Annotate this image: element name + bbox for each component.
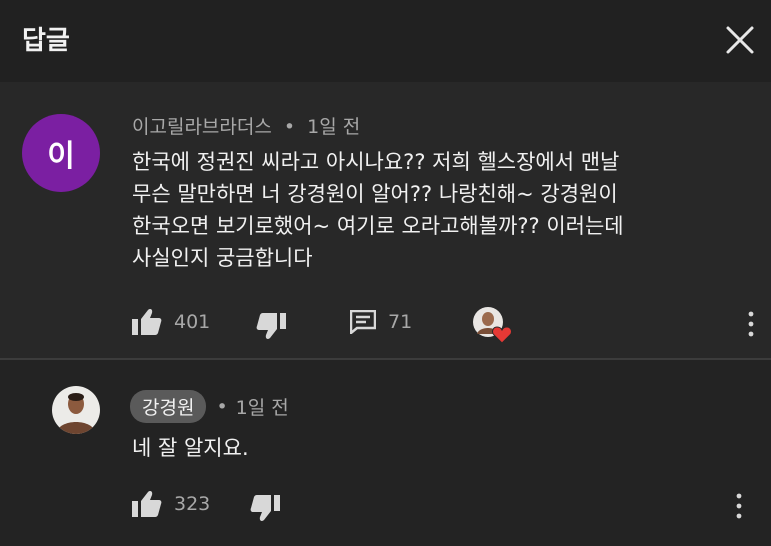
parent-comment: 이 이고릴라브라더스 • 1일 전 한국에 정권진 씨라고 아시나요?? 저희 … [0,82,771,358]
more-vertical-icon [736,493,742,519]
reply-count-button[interactable]: 71 [350,310,412,334]
like-button[interactable]: 323 [132,490,210,518]
reply-count: 71 [388,311,413,333]
comment-text-line: 사실인지 궁금합니다 [132,246,313,270]
dislike-button[interactable] [256,312,286,340]
reply-comment: 강경원 • 1일 전 네 잘 알지요. 323 [0,360,771,546]
reply-meta: 강경원 • 1일 전 [130,390,289,423]
avatar[interactable]: 이 [22,114,100,192]
meta-separator: • [283,116,296,138]
avatar-letter: 이 [47,139,75,174]
more-vertical-icon [748,311,754,337]
comment-text-line: 한국오면 보기로했어~ 여기로 오라고해볼까?? 이러는데 [132,214,624,238]
reply-text: 네 잘 알지요. [132,436,249,460]
comment-text-line: 무슨 말만하면 너 강경원이 알어?? 나랑친해~ 강경원이 [132,182,618,206]
creator-heart[interactable] [472,306,512,346]
thumbs-up-icon [132,309,162,335]
thumbs-up-icon [132,491,162,517]
comment-author[interactable]: 이고릴라브라더스 [132,116,272,138]
like-count: 401 [174,311,211,333]
avatar[interactable] [52,386,100,434]
comment-meta: 이고릴라브라더스 • 1일 전 [132,112,360,139]
header-bar: 답글 [0,0,771,82]
dislike-button[interactable] [250,494,280,522]
thumbs-down-icon [256,313,286,339]
thumbs-down-icon [250,495,280,521]
heart-icon [492,326,512,344]
reply-time: 1일 전 [235,397,289,419]
close-icon [726,26,754,54]
more-options-button[interactable] [734,492,744,520]
comment-icon [350,310,376,334]
more-options-button[interactable] [746,310,756,338]
meta-separator: • [216,395,228,418]
reply-actions: 323 [0,486,771,526]
page-title: 답글 [22,26,70,56]
comment-actions: 401 71 [0,304,771,344]
like-count: 323 [174,493,211,515]
comment-text: 한국에 정권진 씨라고 아시나요?? 저희 헬스장에서 맨날 무슨 말만하면 너… [132,146,752,274]
like-button[interactable]: 401 [132,308,210,336]
reply-author[interactable]: 강경원 [130,390,207,423]
reply-avatar-image [52,386,100,434]
close-button[interactable] [722,22,758,58]
comment-time: 1일 전 [307,116,361,138]
comment-text-line: 한국에 정권진 씨라고 아시나요?? 저희 헬스장에서 맨날 [132,150,620,174]
